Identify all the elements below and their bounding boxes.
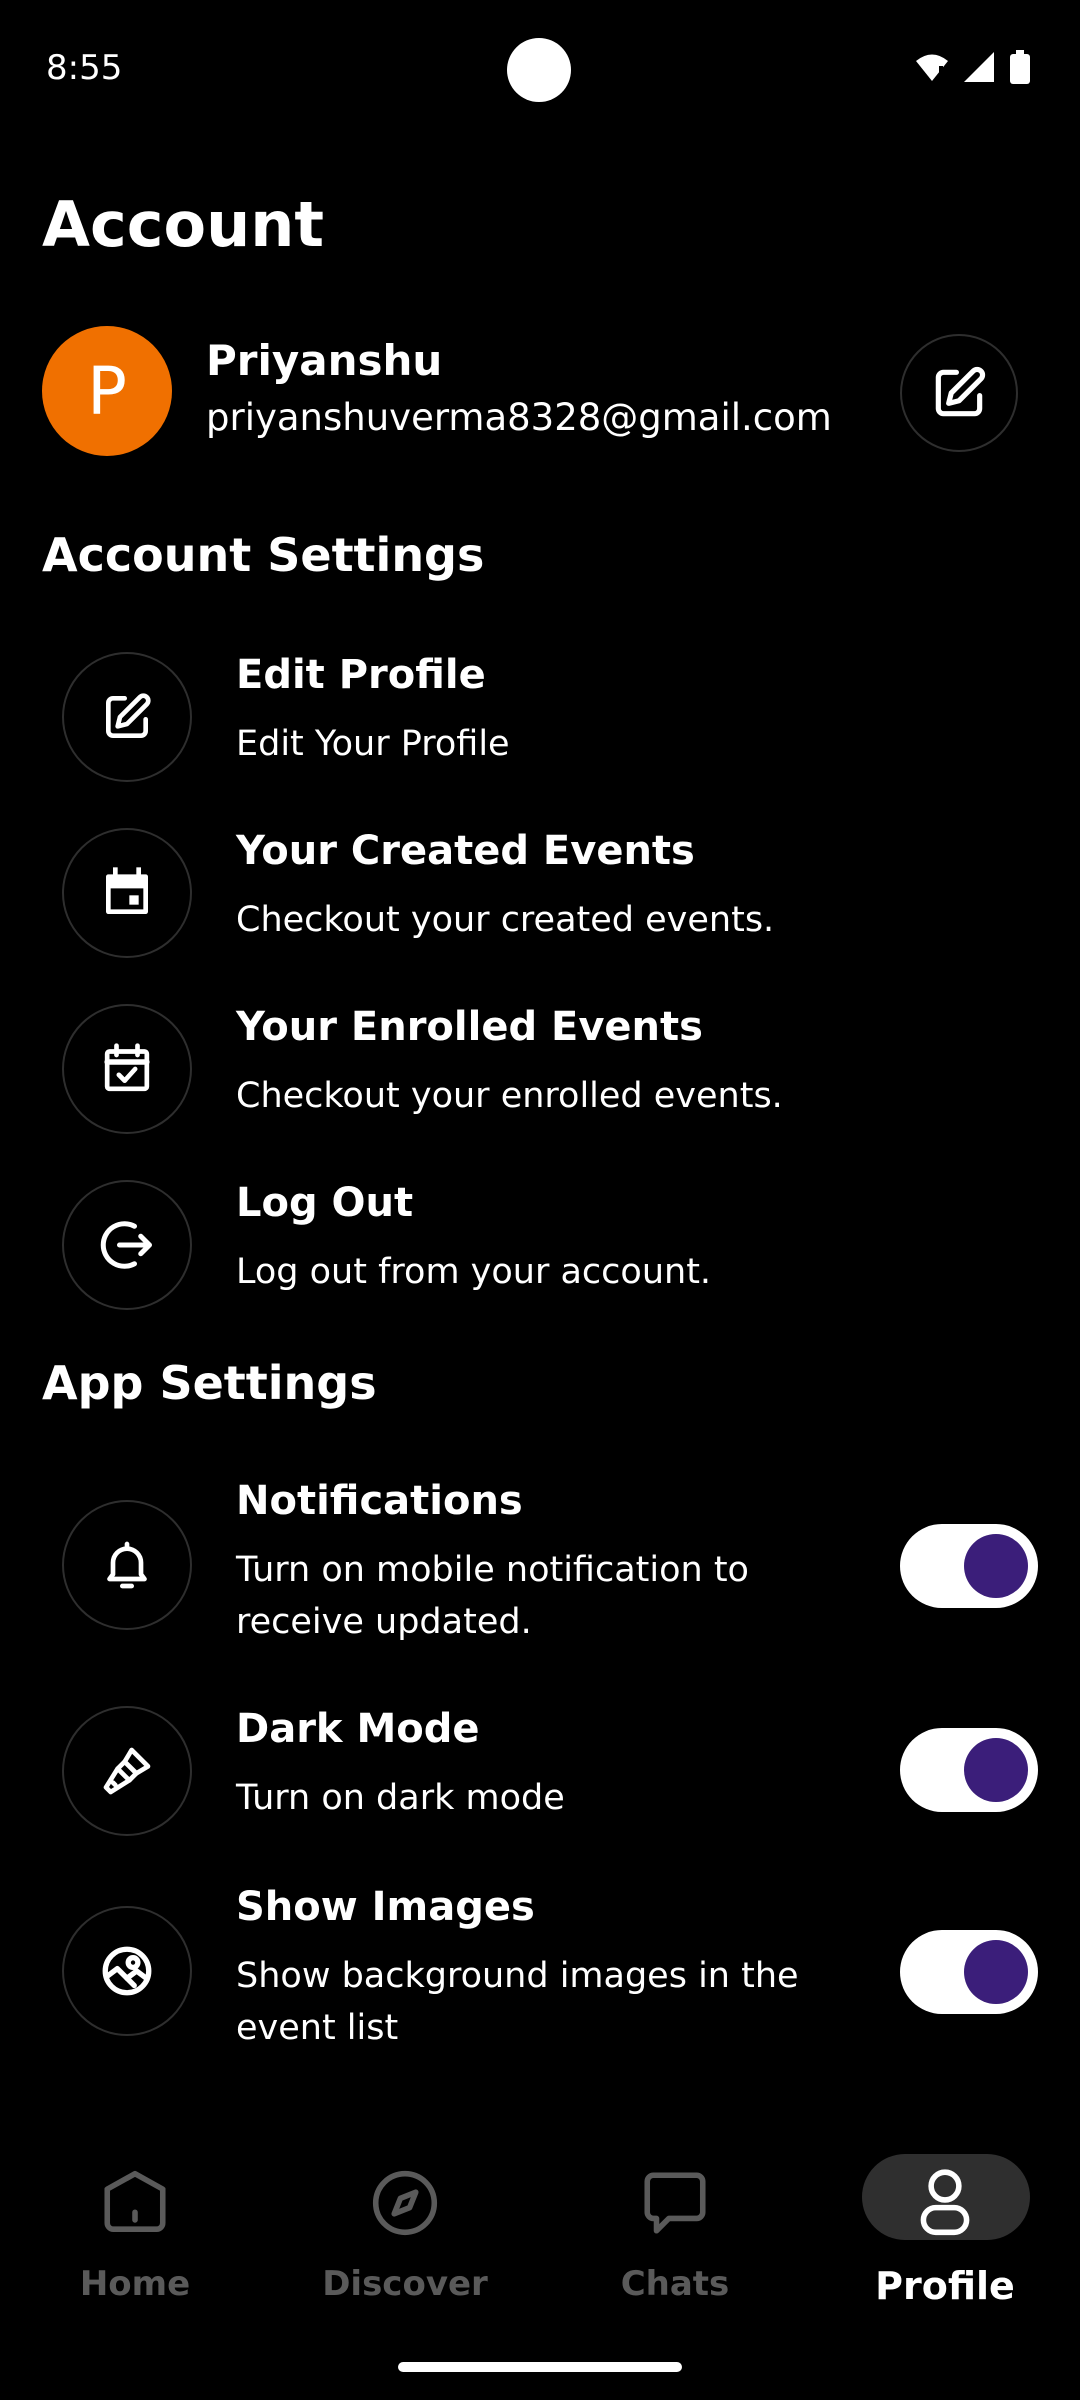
enrolled-events-subtitle: Checkout your enrolled events. bbox=[236, 1076, 783, 1116]
dark-mode-toggle[interactable] bbox=[900, 1728, 1038, 1812]
enrolled-events-title: Your Enrolled Events bbox=[236, 1004, 703, 1050]
edit-icon bbox=[106, 693, 151, 738]
show-images-item: Show Images Show background images in th… bbox=[62, 1884, 1042, 2064]
profile-header: P Priyanshu priyanshuverma8328@gmail.com bbox=[42, 326, 1042, 456]
nav-profile[interactable]: Profile bbox=[810, 2130, 1080, 2330]
avatar[interactable]: P bbox=[42, 326, 172, 456]
status-time: 8:55 bbox=[46, 48, 123, 88]
home-indicator[interactable] bbox=[398, 2362, 682, 2372]
dark-mode-subtitle: Turn on dark mode bbox=[236, 1778, 565, 1818]
paint-brush-icon bbox=[103, 1747, 151, 1795]
show-images-icon-circle bbox=[62, 1906, 192, 2036]
enrolled-events-icon-circle bbox=[62, 1004, 192, 1134]
camera-cutout bbox=[507, 38, 571, 102]
bottom-nav: Home Discover Chats Profile bbox=[0, 2130, 1080, 2330]
nav-home[interactable]: Home bbox=[0, 2130, 270, 2330]
battery-icon bbox=[1010, 50, 1030, 84]
logout-icon bbox=[100, 1221, 152, 1269]
nav-home-icon-wrap bbox=[98, 2166, 172, 2240]
nav-profile-label: Profile bbox=[875, 2264, 1015, 2308]
dark-mode-item: Dark Mode Turn on dark mode bbox=[62, 1706, 1042, 1846]
nav-chats-label: Chats bbox=[620, 2264, 730, 2304]
wifi-icon bbox=[916, 54, 948, 81]
edit-icon bbox=[935, 366, 986, 417]
logout-title: Log Out bbox=[236, 1180, 414, 1226]
calendar-icon bbox=[106, 867, 148, 914]
nav-chats[interactable]: Chats bbox=[540, 2130, 810, 2330]
app-settings-heading: App Settings bbox=[42, 1356, 377, 1410]
profile-name: Priyanshu bbox=[206, 336, 443, 385]
notifications-icon-circle bbox=[62, 1500, 192, 1630]
nav-discover-icon-wrap bbox=[368, 2166, 442, 2240]
profile-icon bbox=[920, 2169, 970, 2236]
page-title: Account bbox=[42, 188, 324, 261]
account-settings-heading: Account Settings bbox=[42, 528, 485, 582]
dark-mode-title: Dark Mode bbox=[236, 1706, 480, 1752]
signal-icon bbox=[964, 52, 994, 82]
toggle-knob bbox=[964, 1738, 1028, 1802]
logout-icon-circle bbox=[62, 1180, 192, 1310]
edit-profile-icon-circle bbox=[62, 652, 192, 782]
avatar-initial: P bbox=[87, 352, 127, 430]
nav-discover-label: Discover bbox=[322, 2264, 488, 2304]
created-events-item[interactable]: Your Created Events Checkout your create… bbox=[62, 828, 1042, 968]
compass-icon bbox=[372, 2170, 438, 2236]
notifications-title: Notifications bbox=[236, 1478, 523, 1524]
notifications-item: Notifications Turn on mobile notificatio… bbox=[62, 1478, 1042, 1658]
edit-profile-title: Edit Profile bbox=[236, 652, 486, 698]
status-bar: 8:55 bbox=[0, 0, 1080, 140]
toggle-knob bbox=[964, 1534, 1028, 1598]
show-images-subtitle: Show background images in the event list bbox=[236, 1956, 799, 2048]
nav-chats-icon-wrap bbox=[638, 2166, 712, 2240]
edit-profile-subtitle: Edit Your Profile bbox=[236, 724, 510, 764]
dark-mode-icon-circle bbox=[62, 1706, 192, 1836]
edit-profile-button[interactable] bbox=[900, 334, 1018, 452]
created-events-subtitle: Checkout your created events. bbox=[236, 900, 775, 940]
notifications-toggle[interactable] bbox=[900, 1524, 1038, 1608]
nav-home-label: Home bbox=[79, 2264, 191, 2304]
logout-subtitle: Log out from your account. bbox=[236, 1252, 712, 1292]
nav-discover[interactable]: Discover bbox=[270, 2130, 540, 2330]
show-images-title: Show Images bbox=[236, 1884, 535, 1930]
profile-email: priyanshuverma8328@gmail.com bbox=[206, 396, 832, 439]
created-events-icon-circle bbox=[62, 828, 192, 958]
bell-icon bbox=[107, 1541, 147, 1589]
show-images-toggle[interactable] bbox=[900, 1930, 1038, 2014]
image-icon bbox=[102, 1946, 152, 1996]
nav-profile-icon-wrap bbox=[913, 2166, 977, 2240]
logout-item[interactable]: Log Out Log out from your account. bbox=[62, 1180, 1042, 1320]
chat-icon bbox=[644, 2172, 706, 2234]
calendar-check-icon bbox=[104, 1043, 150, 1092]
toggle-knob bbox=[964, 1940, 1028, 2004]
home-icon bbox=[104, 2170, 166, 2232]
status-icons bbox=[914, 50, 1030, 84]
created-events-title: Your Created Events bbox=[236, 828, 695, 874]
notifications-subtitle: Turn on mobile notification to receive u… bbox=[236, 1550, 749, 1642]
edit-profile-item[interactable]: Edit Profile Edit Your Profile bbox=[62, 652, 1042, 792]
enrolled-events-item[interactable]: Your Enrolled Events Checkout your enrol… bbox=[62, 1004, 1042, 1144]
